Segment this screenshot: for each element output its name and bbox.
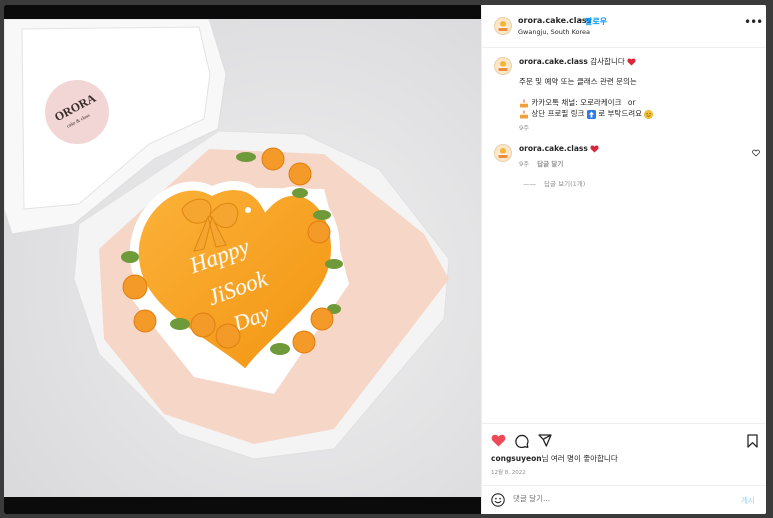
caption-kakao-text: 카카오톡 채널: 오로라케이크	[531, 98, 622, 107]
cake-avatar-icon	[498, 148, 508, 158]
post-comment-button[interactable]: 게시	[741, 495, 755, 506]
caption-or-text: or	[627, 98, 636, 107]
comment-like-icon[interactable]	[752, 149, 760, 157]
more-options-icon[interactable]: •••	[744, 15, 763, 29]
comment-first-line: orora.cake.class	[519, 144, 599, 153]
caption-time[interactable]: 9주	[519, 122, 529, 132]
header-location[interactable]: Gwangju, South Korea	[518, 28, 590, 36]
post-date[interactable]: 12월 8, 2022	[491, 468, 526, 476]
replies-dash: ——	[523, 180, 536, 188]
up-arrow-icon	[586, 109, 596, 119]
caption-line3: 카카오톡 채널: 오로라케이크 or	[519, 97, 636, 108]
cake-avatar-icon	[498, 21, 508, 31]
post-modal: ORORA cake & class Happy JiSook Day oror…	[4, 5, 766, 514]
action-bar	[482, 423, 766, 454]
view-replies-button[interactable]: —— 답글 보기(1개)	[523, 178, 585, 188]
header-separator: •	[578, 16, 583, 25]
heart-icon	[627, 58, 636, 66]
comment-meta: 9주 답글 달기	[519, 158, 563, 168]
like-heart-icon[interactable]	[491, 434, 506, 447]
heart-icon	[590, 145, 599, 153]
caption-username[interactable]: orora.cake.class	[519, 57, 588, 66]
view-replies-label: 답글 보기(1개)	[544, 180, 586, 188]
emoji-icon[interactable]	[491, 493, 505, 507]
post-photo[interactable]: ORORA cake & class Happy JiSook Day	[4, 5, 481, 514]
caption-line4: 상단 프로필 링크 로 부탁드려요	[519, 108, 654, 119]
avatar[interactable]	[494, 17, 512, 35]
likes-suffix[interactable]: 님 여러 명이 좋아합니다	[542, 454, 618, 463]
comment-input[interactable]	[513, 494, 713, 503]
comment-icon[interactable]	[515, 434, 529, 448]
cake-photo-image: ORORA cake & class Happy JiSook Day	[4, 19, 481, 497]
cake-emoji-icon	[520, 99, 528, 107]
caption-request-text: 로 부탁드려요	[598, 109, 643, 118]
follow-button[interactable]: 팔로우	[585, 16, 607, 27]
post-detail-panel: orora.cake.class • 팔로우 Gwangju, South Ko…	[481, 5, 766, 514]
caption-first-line: orora.cake.class 감사합니다	[519, 56, 636, 67]
add-comment-bar: 게시	[482, 485, 766, 514]
caption-profile-link-text: 상단 프로필 링크	[531, 109, 585, 118]
likes-summary: congsuyeon님 여러 명이 좋아합니다	[491, 453, 618, 464]
liker-username[interactable]: congsuyeon	[491, 454, 542, 463]
reply-button[interactable]: 답글 달기	[537, 160, 563, 168]
cake-emoji-icon	[520, 110, 528, 118]
share-icon[interactable]	[538, 434, 552, 447]
post-header: orora.cake.class • 팔로우 Gwangju, South Ko…	[482, 5, 766, 48]
cake-avatar-icon	[498, 61, 508, 71]
caption-text: 감사합니다	[590, 57, 625, 66]
caption-avatar[interactable]	[494, 57, 512, 75]
comment-time[interactable]: 9주	[519, 160, 529, 168]
smile-emoji-icon	[644, 109, 654, 119]
caption-line2: 주문 및 예약 또는 클래스 관련 문의는	[519, 77, 637, 86]
comment-username[interactable]: orora.cake.class	[519, 144, 588, 153]
bookmark-icon[interactable]	[747, 434, 758, 448]
comment-avatar[interactable]	[494, 144, 512, 162]
